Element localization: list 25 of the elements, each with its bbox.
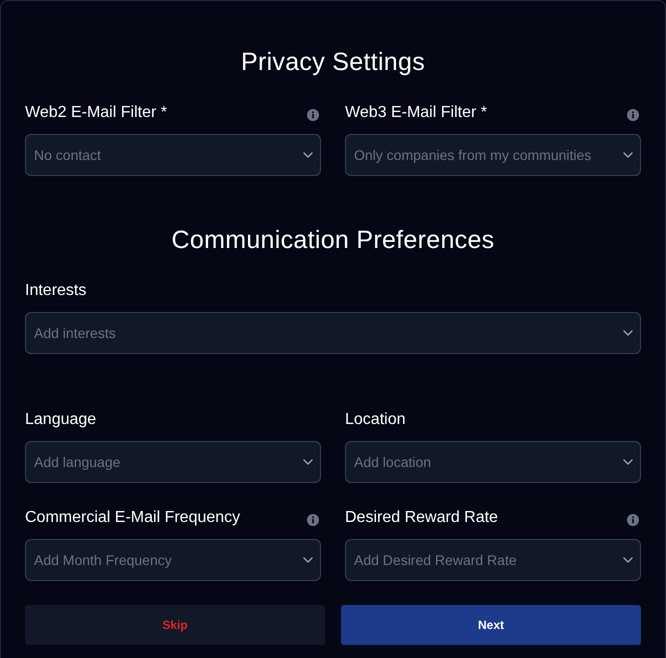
- chevron-down-icon: [623, 557, 633, 563]
- chevron-down-icon: [303, 152, 313, 158]
- dropdown-field[interactable]: Add Desired Reward Rate: [345, 539, 641, 581]
- field-label: Web2 E-Mail Filter *: [25, 103, 167, 123]
- field-label: Interests: [25, 281, 86, 301]
- section-title: Communication Preferences: [170, 225, 496, 256]
- chevron-down-icon: [623, 330, 633, 336]
- chevron-down-icon: [623, 459, 633, 465]
- dropdown-field[interactable]: Add Month Frequency: [25, 539, 321, 581]
- field-label: Desired Reward Rate: [345, 508, 498, 528]
- field-label: Commercial E-Mail Frequency: [25, 508, 240, 528]
- dropdown-field[interactable]: Add language: [25, 441, 321, 483]
- dropdown-field[interactable]: Add location: [345, 441, 641, 483]
- chevron-down-icon: [303, 459, 313, 465]
- skip-button[interactable]: Skip: [25, 605, 325, 645]
- field-label: Web3 E-Mail Filter *: [345, 103, 487, 123]
- chevron-down-icon: [623, 152, 633, 158]
- field-label: Location: [345, 410, 406, 430]
- dropdown-field[interactable]: Only companies from my communities: [345, 134, 641, 176]
- dropdown-field[interactable]: Add interests: [25, 312, 641, 354]
- dropdown-field[interactable]: No contact: [25, 134, 321, 176]
- chevron-down-icon: [303, 557, 313, 563]
- field-label: Language: [25, 410, 96, 430]
- next-button[interactable]: Next: [341, 605, 641, 645]
- section-title: Privacy Settings: [240, 47, 426, 78]
